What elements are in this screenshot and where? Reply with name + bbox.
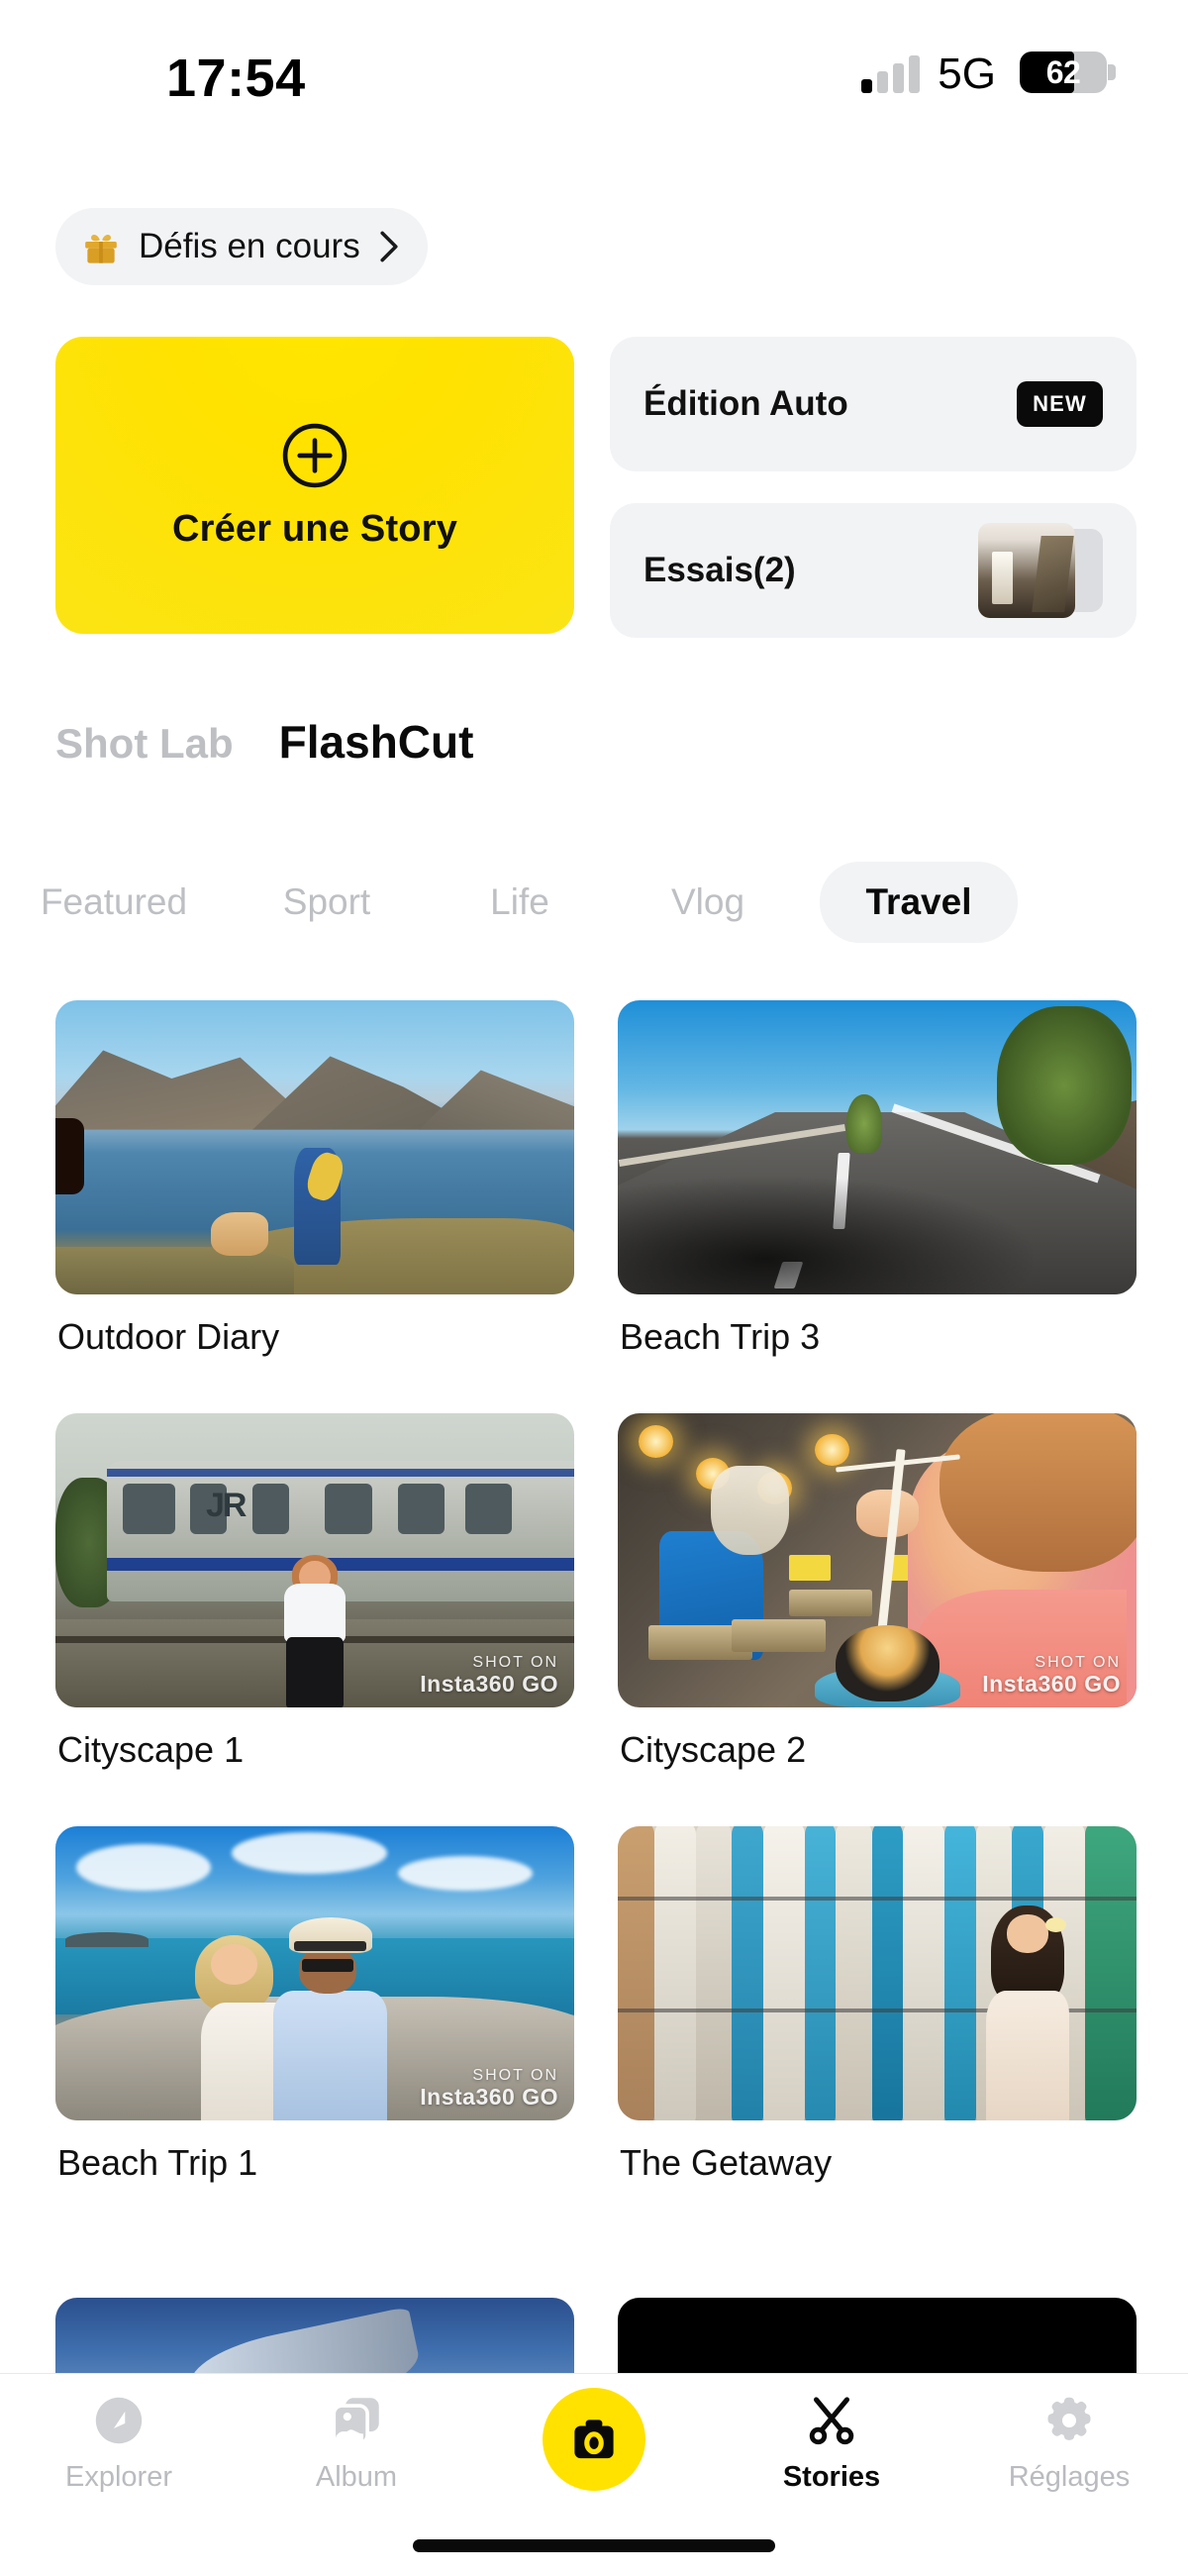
category-tab-life[interactable]: Life [426, 881, 614, 923]
plus-circle-icon [282, 423, 347, 487]
tab-album[interactable]: Album [238, 2374, 475, 2532]
template-card[interactable]: SHOT ON Insta360 GO Cityscape 2 [618, 1413, 1137, 1797]
auto-edit-card[interactable]: Édition Auto NEW [610, 337, 1137, 471]
app-screen: 17:54 5G 62 Défis en cours Créer une Sto… [0, 0, 1188, 2576]
template-card[interactable]: Outdoor Diary [55, 1000, 574, 1384]
template-title: Outdoor Diary [57, 1316, 280, 1357]
battery-percent-label: 62 [1045, 53, 1081, 90]
tab-settings[interactable]: Réglages [950, 2374, 1188, 2532]
template-card[interactable]: Beach Trip 3 [618, 1000, 1137, 1384]
status-bar: 17:54 5G 62 [0, 0, 1188, 149]
category-tab-vlog[interactable]: Vlog [614, 881, 802, 923]
category-tab-travel[interactable]: Travel [820, 862, 1018, 943]
new-badge: NEW [1017, 381, 1103, 427]
tab-label: Explorer [65, 2461, 172, 2493]
scissors-icon [809, 2397, 854, 2445]
challenges-button[interactable]: Défis en cours [55, 208, 428, 285]
mountain-lake-hiker-dog-thumbnail [55, 1000, 574, 1294]
left-notch-overlay [55, 1117, 84, 1195]
network-type-label: 5G [938, 50, 996, 98]
tab-label: Réglages [1008, 2461, 1131, 2493]
create-story-label: Créer une Story [171, 507, 458, 550]
section-tab-shot-lab[interactable]: Shot Lab [55, 720, 234, 768]
template-title: Beach Trip 1 [57, 2142, 258, 2183]
category-tab-sport[interactable]: Sport [228, 881, 426, 923]
jr-logo-text: JR [205, 1487, 247, 1525]
tab-label: Album [315, 2461, 398, 2493]
template-card[interactable]: SHOT ON Insta360 GO Beach Trip 1 [55, 1826, 574, 2210]
template-title: Cityscape 2 [620, 1729, 807, 1770]
gift-icon [85, 235, 117, 263]
watermark-line-1: SHOT ON [472, 2067, 558, 2085]
tab-label: Stories [782, 2461, 881, 2493]
section-tab-flashcut[interactable]: FlashCut [279, 715, 474, 769]
home-indicator [413, 2539, 775, 2552]
status-indicators: 5G 62 [861, 50, 1116, 98]
trials-title: Essais(2) [644, 551, 796, 589]
trials-card[interactable]: Essais(2) [610, 503, 1137, 638]
template-title: Beach Trip 3 [620, 1316, 821, 1357]
street-market-food-girl-thumbnail: SHOT ON Insta360 GO [618, 1413, 1137, 1707]
tab-capture[interactable] [475, 2374, 713, 2532]
camera-icon [574, 2420, 614, 2459]
battery-icon: 62 [1020, 52, 1116, 93]
section-tabs: Shot Lab FlashCut [55, 715, 473, 769]
tab-stories[interactable]: Stories [713, 2374, 950, 2532]
action-cards: Créer une Story Édition Auto NEW Essais(… [55, 337, 1137, 638]
couple-selfie-seaside-thumbnail: SHOT ON Insta360 GO [55, 1826, 574, 2120]
create-story-card[interactable]: Créer une Story [55, 337, 574, 634]
template-card[interactable]: The Getaway [618, 1826, 1137, 2210]
gear-icon [1047, 2397, 1091, 2440]
auto-edit-title: Édition Auto [644, 384, 848, 423]
camera-capture-button[interactable] [543, 2388, 645, 2491]
template-grid: Outdoor Diary Beach Trip 3 JR SHOT ON In… [55, 1000, 1137, 2210]
compass-icon [95, 2397, 143, 2444]
surfboard-rack-girl-thumbnail [618, 1826, 1137, 2120]
signal-bars-icon [861, 53, 921, 93]
template-title: Cityscape 1 [57, 1729, 245, 1770]
challenges-label: Défis en cours [139, 227, 360, 265]
status-clock: 17:54 [166, 49, 306, 108]
photos-icon [332, 2398, 379, 2445]
room-interior-thumbnail [970, 523, 1103, 618]
open-road-pov-thumbnail [618, 1000, 1137, 1294]
template-title: The Getaway [620, 2142, 833, 2183]
tab-explorer[interactable]: Explorer [0, 2374, 238, 2532]
template-card[interactable]: JR SHOT ON Insta360 GO Cityscape 1 [55, 1413, 574, 1797]
watermark-line-2: Insta360 GO [982, 1670, 1121, 1697]
chevron-right-icon [380, 231, 398, 262]
bottom-tab-bar: Explorer Album Stories Réglages [0, 2373, 1188, 2576]
watermark: SHOT ON Insta360 GO [420, 2067, 558, 2110]
watermark-line-1: SHOT ON [472, 1654, 558, 1672]
watermark-line-2: Insta360 GO [420, 1670, 558, 1697]
category-tab-featured[interactable]: Featured [0, 881, 228, 923]
watermark-line-2: Insta360 GO [420, 2083, 558, 2110]
watermark: SHOT ON Insta360 GO [420, 1654, 558, 1697]
jr-train-station-girl-thumbnail: JR SHOT ON Insta360 GO [55, 1413, 574, 1707]
category-tabs: Featured Sport Life Vlog Travel [0, 857, 1188, 948]
watermark-line-1: SHOT ON [1035, 1654, 1121, 1672]
watermark: SHOT ON Insta360 GO [982, 1654, 1121, 1697]
